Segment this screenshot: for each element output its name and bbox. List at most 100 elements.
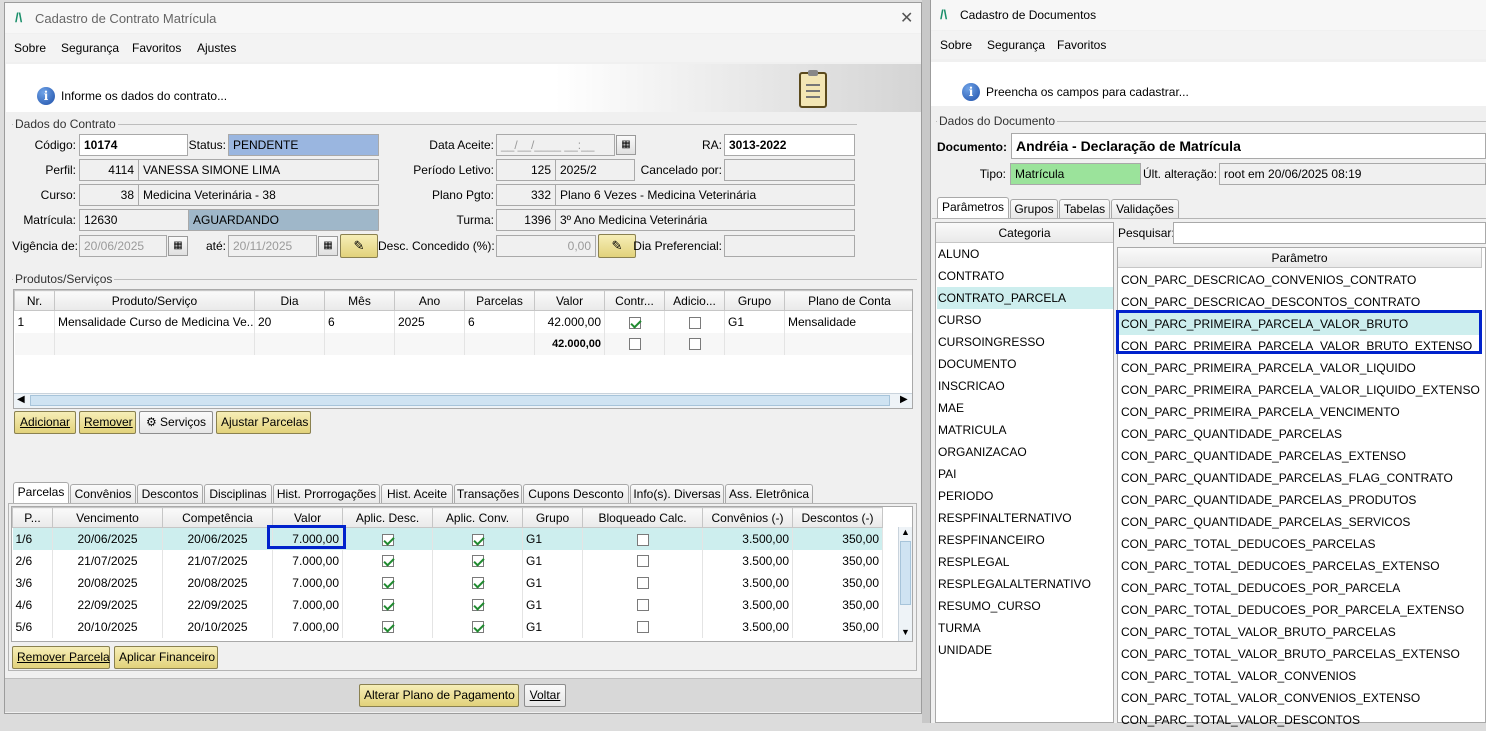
col-aplic-desc[interactable]: Aplic. Desc. xyxy=(342,507,433,528)
col-mes[interactable]: Mês xyxy=(324,290,395,311)
parameter-item[interactable]: CON_PARC_TOTAL_DEDUCOES_POR_PARCELA xyxy=(1118,577,1482,599)
parameter-item[interactable]: CON_PARC_TOTAL_DEDUCOES_POR_PARCELA_EXTE… xyxy=(1118,599,1482,621)
parameter-item[interactable]: CON_PARC_TOTAL_VALOR_BRUTO_PARCELAS xyxy=(1118,621,1482,643)
col-grupo[interactable]: Grupo xyxy=(522,507,583,528)
search-input[interactable] xyxy=(1173,222,1486,244)
documento-field[interactable]: Andréia - Declaração de Matrícula xyxy=(1011,133,1486,159)
tab-parametros[interactable]: Parâmetros xyxy=(937,197,1009,219)
calendar-icon[interactable]: ▦ xyxy=(318,236,338,256)
turma-id-field[interactable]: 1396 xyxy=(496,209,556,231)
parameter-item[interactable]: CON_PARC_QUANTIDADE_PARCELAS xyxy=(1118,423,1482,445)
category-item[interactable]: RESPLEGALALTERNATIVO xyxy=(937,573,1113,595)
vigencia-ate-field[interactable]: 20/11/2025 xyxy=(228,235,317,257)
parameter-header[interactable]: Parâmetro xyxy=(1118,248,1482,268)
parameter-item[interactable]: CON_PARC_TOTAL_VALOR_CONVENIOS_EXTENSO xyxy=(1118,687,1482,709)
category-item[interactable]: CURSOINGRESSO xyxy=(937,331,1113,353)
tab-validacoes[interactable]: Validações xyxy=(1111,199,1179,219)
category-item[interactable]: RESPFINALTERNATIVO xyxy=(937,507,1113,529)
contr-checkbox[interactable] xyxy=(628,316,641,329)
aplic-conv-checkbox[interactable] xyxy=(471,599,484,612)
data-aceite-field[interactable]: __/__/____ __:__ xyxy=(496,134,615,156)
col-valor[interactable]: Valor xyxy=(534,290,605,311)
parameter-item[interactable]: CON_PARC_QUANTIDADE_PARCELAS_FLAG_CONTRA… xyxy=(1118,467,1482,489)
parameter-item[interactable]: CON_PARC_QUANTIDADE_PARCELAS_PRODUTOS xyxy=(1118,489,1482,511)
category-item[interactable]: DOCUMENTO xyxy=(937,353,1113,375)
menu-sobre[interactable]: Sobre xyxy=(14,41,46,55)
services-button[interactable]: ⚙ Serviços xyxy=(139,411,213,434)
menu-seguranca[interactable]: Segurança xyxy=(61,41,119,55)
tab-convenios[interactable]: Convênios xyxy=(70,484,136,504)
col-grupo[interactable]: Grupo xyxy=(724,290,785,311)
menu-sobre[interactable]: Sobre xyxy=(940,38,972,52)
back-button[interactable]: Voltar xyxy=(524,684,566,707)
category-item[interactable]: TURMA xyxy=(937,617,1113,639)
add-button[interactable]: Adicionar xyxy=(14,411,76,434)
col-descontos[interactable]: Descontos (-) xyxy=(792,507,883,528)
tab-descontos[interactable]: Descontos xyxy=(137,484,203,504)
bloqueado-checkbox[interactable] xyxy=(636,555,649,568)
matricula-id-field[interactable]: 12630 xyxy=(79,209,189,231)
table-row[interactable]: 2/6 21/07/2025 21/07/2025 7.000,00 G1 3.500,0… xyxy=(12,549,883,572)
adjust-parcels-button[interactable]: Ajustar Parcelas xyxy=(216,411,311,434)
calendar-icon[interactable]: ▦ xyxy=(168,236,188,256)
aplic-desc-checkbox[interactable] xyxy=(381,621,394,634)
category-item[interactable]: PAI xyxy=(937,463,1113,485)
col-adic[interactable]: Adicio... xyxy=(664,290,725,311)
scroll-thumb[interactable] xyxy=(30,395,890,406)
category-item[interactable]: MATRICULA xyxy=(937,419,1113,441)
parameter-item[interactable]: CON_PARC_PRIMEIRA_PARCELA_VALOR_LIQUIDO_… xyxy=(1118,379,1482,401)
total-contr-checkbox[interactable] xyxy=(628,338,641,351)
category-item[interactable]: INSCRICAO xyxy=(937,375,1113,397)
category-header[interactable]: Categoria xyxy=(936,223,1113,243)
parameter-item[interactable]: CON_PARC_TOTAL_VALOR_CONVENIOS xyxy=(1118,665,1482,687)
category-item[interactable]: ALUNO xyxy=(937,243,1113,265)
products-hscrollbar[interactable]: ◀ ▶ xyxy=(14,393,912,408)
tab-disciplinas[interactable]: Disciplinas xyxy=(204,484,272,504)
bloqueado-checkbox[interactable] xyxy=(636,621,649,634)
parameter-item[interactable]: CON_PARC_TOTAL_VALOR_BRUTO_PARCELAS_EXTE… xyxy=(1118,643,1482,665)
parameter-item[interactable]: CON_PARC_TOTAL_VALOR_DESCONTOS xyxy=(1118,709,1482,731)
category-item[interactable]: CONTRATO xyxy=(937,265,1113,287)
col-competencia[interactable]: Competência xyxy=(162,507,273,528)
col-convenios[interactable]: Convênios (-) xyxy=(702,507,793,528)
aplic-conv-checkbox[interactable] xyxy=(471,621,484,634)
col-nr[interactable]: Nr. xyxy=(14,290,55,311)
table-row[interactable]: 4/6 22/09/2025 22/09/2025 7.000,00 G1 3.500,0… xyxy=(12,593,883,616)
tab-infos-diversas[interactable]: Info(s). Diversas xyxy=(630,484,724,504)
table-row[interactable]: 3/6 20/08/2025 20/08/2025 7.000,00 G1 3.500,0… xyxy=(12,571,883,594)
category-item[interactable]: RESPFINANCEIRO xyxy=(937,529,1113,551)
parameter-item[interactable]: CON_PARC_PRIMEIRA_PARCELA_VALOR_LIQUIDO xyxy=(1118,357,1482,379)
close-icon[interactable]: ✕ xyxy=(900,8,913,28)
aplic-conv-checkbox[interactable] xyxy=(471,577,484,590)
aplic-conv-checkbox[interactable] xyxy=(471,555,484,568)
aplic-conv-checkbox[interactable] xyxy=(471,533,484,546)
col-plano-conta[interactable]: Plano de Conta xyxy=(784,290,912,311)
tab-hist-aceite[interactable]: Hist. Aceite xyxy=(381,484,453,504)
tab-transacoes[interactable]: Transações xyxy=(454,484,522,504)
table-row[interactable]: 1/6 20/06/2025 20/06/2025 7.000,00 G1 3.500,0… xyxy=(12,527,883,550)
parameter-item[interactable]: CON_PARC_TOTAL_DEDUCOES_PARCELAS xyxy=(1118,533,1482,555)
plano-id-field[interactable]: 332 xyxy=(496,184,556,206)
tab-ass-eletronica[interactable]: Ass. Eletrônica xyxy=(725,484,813,504)
menu-seguranca[interactable]: Segurança xyxy=(987,38,1045,52)
parameter-item[interactable]: CON_PARC_PRIMEIRA_PARCELA_VENCIMENTO xyxy=(1118,401,1482,423)
table-row[interactable]: 1 Mensalidade Curso de Medicina Ve... 20… xyxy=(14,310,912,333)
parameter-item[interactable]: CON_PARC_QUANTIDADE_PARCELAS_SERVICOS xyxy=(1118,511,1482,533)
apply-financial-button[interactable]: Aplicar Financeiro xyxy=(114,646,218,669)
category-item[interactable]: CURSO xyxy=(937,309,1113,331)
menu-favoritos[interactable]: Favoritos xyxy=(1057,38,1106,52)
menu-ajustes[interactable]: Ajustes xyxy=(197,41,236,55)
table-row[interactable]: 5/6 20/10/2025 20/10/2025 7.000,00 G1 3.500,0… xyxy=(12,615,883,638)
remove-parcel-button[interactable]: Remover Parcela xyxy=(12,646,110,669)
bloqueado-checkbox[interactable] xyxy=(636,599,649,612)
total-adic-checkbox[interactable] xyxy=(688,338,701,351)
tab-parcelas[interactable]: Parcelas xyxy=(13,482,69,504)
category-item[interactable]: CONTRATO_PARCELA xyxy=(937,287,1113,309)
category-item[interactable]: UNIDADE xyxy=(937,639,1113,661)
bloqueado-checkbox[interactable] xyxy=(636,533,649,546)
bloqueado-checkbox[interactable] xyxy=(636,577,649,590)
category-item[interactable]: PERIODO xyxy=(937,485,1113,507)
menu-favoritos[interactable]: Favoritos xyxy=(132,41,181,55)
col-produto[interactable]: Produto/Serviço xyxy=(54,290,255,311)
remove-button[interactable]: Remover xyxy=(79,411,136,434)
